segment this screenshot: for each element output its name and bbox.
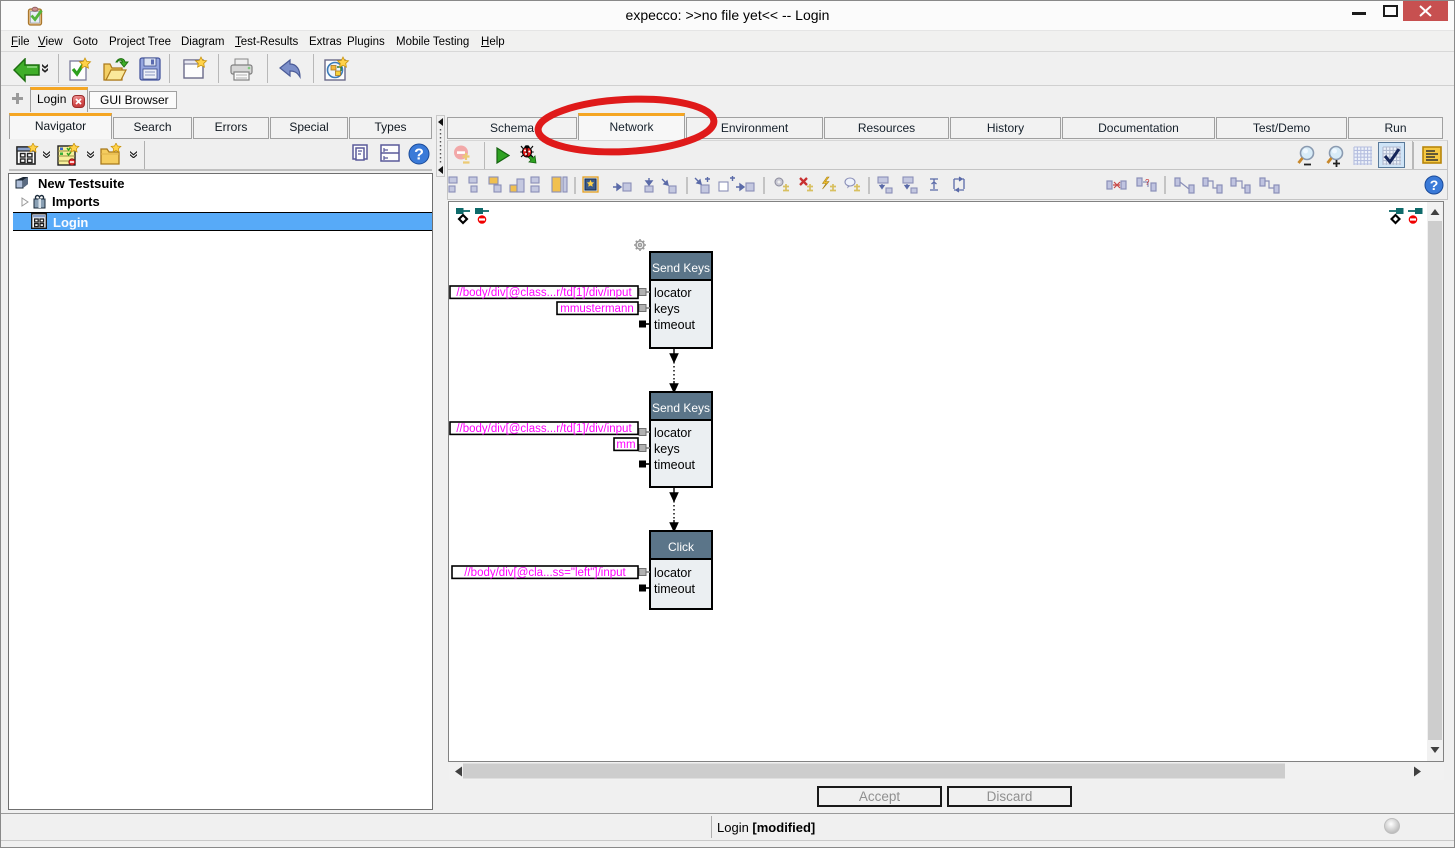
svg-text:keys: keys [654,442,680,456]
svg-text:Send Keys: Send Keys [652,401,710,415]
svg-text:mm: mm [616,439,635,451]
svg-text:?: ? [1430,177,1439,193]
svg-text:keys: keys [654,302,680,316]
svg-text:timeout: timeout [654,458,696,472]
svg-text:mmustermann: mmustermann [560,303,634,315]
svg-text:?: ? [414,147,424,164]
svg-text:timeout: timeout [654,318,696,332]
svg-text://body/div[@class...r/td[1]/di: //body/div[@class...r/td[1]/div/input [456,423,632,435]
svg-text:Send Keys: Send Keys [652,261,710,275]
svg-text:Click: Click [668,540,695,554]
svg-text://body/div[@class...r/td[1]/di: //body/div[@class...r/td[1]/div/input [456,287,632,299]
svg-text:?: ? [1145,178,1150,187]
svg-text:timeout: timeout [654,582,696,596]
svg-text:locator: locator [654,566,692,580]
svg-text:locator: locator [654,286,692,300]
svg-text://body/div[@cla...ss="left"]/i: //body/div[@cla...ss="left"]/input [464,567,626,579]
svg-text:locator: locator [654,426,692,440]
